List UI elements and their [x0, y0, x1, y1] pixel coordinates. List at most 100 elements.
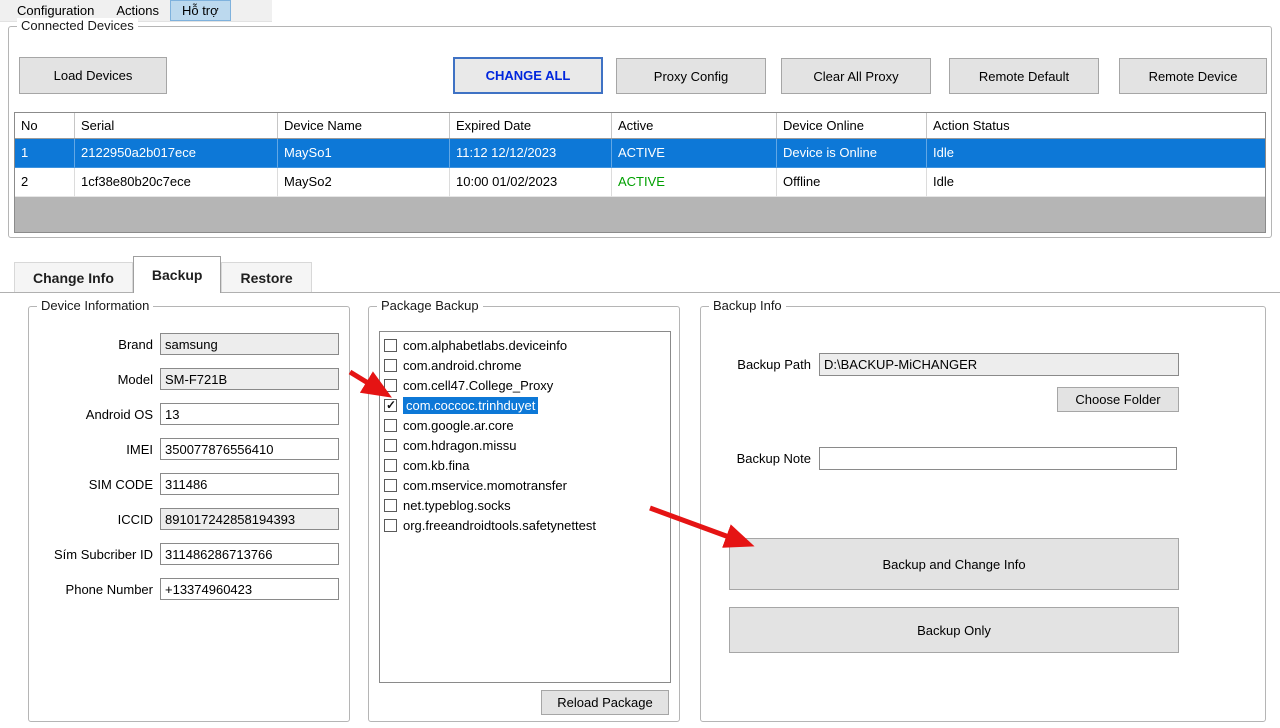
clear-all-proxy-button[interactable]: Clear All Proxy	[781, 58, 931, 94]
tab-change-info[interactable]: Change Info	[14, 262, 133, 292]
cell-device-online: Offline	[777, 168, 927, 197]
load-devices-button[interactable]: Load Devices	[19, 57, 167, 94]
field-label: SIM CODE	[35, 477, 153, 492]
cell-active: ACTIVE	[612, 139, 777, 168]
backup-info-group: Backup Info Backup Path Choose Folder Ba…	[700, 306, 1266, 722]
device-fields: Brand Model Android OS IMEI SIM CODE ICC…	[29, 307, 349, 600]
package-list-item[interactable]: net.typeblog.socks	[380, 495, 670, 515]
choose-folder-button[interactable]: Choose Folder	[1057, 387, 1179, 412]
checkbox-icon[interactable]	[384, 439, 397, 452]
package-name: net.typeblog.socks	[403, 498, 511, 513]
table-empty-area	[15, 197, 1265, 232]
package-backup-group: Package Backup com.alphabetlabs.devicein…	[368, 306, 680, 722]
checkbox-icon[interactable]	[384, 419, 397, 432]
package-list-item[interactable]: org.freeandroidtools.safetynettest	[380, 515, 670, 535]
devices-table-header: No Serial Device Name Expired Date Activ…	[15, 113, 1265, 139]
android-os-field[interactable]	[160, 403, 339, 425]
cell-no: 2	[15, 168, 75, 197]
checkbox-icon[interactable]	[384, 519, 397, 532]
phone-number-field[interactable]	[160, 578, 339, 600]
column-header-active[interactable]: Active	[612, 113, 777, 138]
table-row[interactable]: 2 1cf38e80b20c7ece MaySo2 10:00 01/02/20…	[15, 168, 1265, 197]
cell-serial: 2122950a2b017ece	[75, 139, 278, 168]
package-name: com.mservice.momotransfer	[403, 478, 567, 493]
package-list-item[interactable]: com.google.ar.core	[380, 415, 670, 435]
package-list-item[interactable]: com.hdragon.missu	[380, 435, 670, 455]
cell-active: ACTIVE	[612, 168, 777, 197]
connected-devices-title: Connected Devices	[17, 18, 138, 33]
package-backup-title: Package Backup	[377, 298, 483, 313]
field-label: IMEI	[35, 442, 153, 457]
checkbox-icon[interactable]	[384, 459, 397, 472]
backup-and-change-info-button[interactable]: Backup and Change Info	[729, 538, 1179, 590]
field-label: Brand	[35, 337, 153, 352]
tab-restore[interactable]: Restore	[221, 262, 311, 292]
package-list[interactable]: com.alphabetlabs.deviceinfo com.android.…	[379, 331, 671, 683]
field-label: Phone Number	[35, 582, 153, 597]
reload-package-button[interactable]: Reload Package	[541, 690, 669, 715]
checkbox-icon[interactable]	[384, 359, 397, 372]
app-window: Configuration Actions Hỗ trợ Connected D…	[0, 0, 1280, 728]
checkbox-checked-icon[interactable]	[384, 399, 397, 412]
change-all-button[interactable]: CHANGE ALL	[453, 57, 603, 94]
package-list-item[interactable]: com.mservice.momotransfer	[380, 475, 670, 495]
field-label: Sím Subcriber ID	[35, 547, 153, 562]
remote-device-button[interactable]: Remote Device	[1119, 58, 1267, 94]
package-list-item[interactable]: com.alphabetlabs.deviceinfo	[380, 335, 670, 355]
model-field[interactable]	[160, 368, 339, 390]
proxy-config-button[interactable]: Proxy Config	[616, 58, 766, 94]
cell-device-name: MaySo1	[278, 139, 450, 168]
backup-info-title: Backup Info	[709, 298, 786, 313]
checkbox-icon[interactable]	[384, 339, 397, 352]
cell-device-online: Device is Online	[777, 139, 927, 168]
package-name: com.coccoc.trinhduyet	[403, 397, 538, 414]
table-row[interactable]: 1 2122950a2b017ece MaySo1 11:12 12/12/20…	[15, 139, 1265, 168]
package-name: org.freeandroidtools.safetynettest	[403, 518, 596, 533]
column-header-device-online[interactable]: Device Online	[777, 113, 927, 138]
column-header-serial[interactable]: Serial	[75, 113, 278, 138]
checkbox-icon[interactable]	[384, 499, 397, 512]
field-label: Model	[35, 372, 153, 387]
cell-serial: 1cf38e80b20c7ece	[75, 168, 278, 197]
field-row: Phone Number	[35, 578, 339, 600]
package-name: com.google.ar.core	[403, 418, 514, 433]
package-list-item[interactable]: com.android.chrome	[380, 355, 670, 375]
package-list-item[interactable]: com.kb.fina	[380, 455, 670, 475]
field-row: Sím Subcriber ID	[35, 543, 339, 565]
package-list-item-selected[interactable]: com.coccoc.trinhduyet	[380, 395, 670, 415]
column-header-device-name[interactable]: Device Name	[278, 113, 450, 138]
column-header-action-status[interactable]: Action Status	[927, 113, 1265, 138]
field-row: ICCID	[35, 508, 339, 530]
checkbox-icon[interactable]	[384, 379, 397, 392]
field-row: Model	[35, 368, 339, 390]
iccid-field[interactable]	[160, 508, 339, 530]
checkbox-icon[interactable]	[384, 479, 397, 492]
tab-strip: Change Info Backup Restore	[14, 256, 312, 293]
field-label: Android OS	[35, 407, 153, 422]
package-name: com.android.chrome	[403, 358, 522, 373]
cell-action-status: Idle	[927, 139, 1265, 168]
cell-expired-date: 11:12 12/12/2023	[450, 139, 612, 168]
package-list-item[interactable]: com.cell47.College_Proxy	[380, 375, 670, 395]
backup-note-field[interactable]	[819, 447, 1177, 470]
device-information-group: Device Information Brand Model Android O…	[28, 306, 350, 722]
field-row: SIM CODE	[35, 473, 339, 495]
devices-table: No Serial Device Name Expired Date Activ…	[14, 112, 1266, 233]
backup-note-label: Backup Note	[717, 451, 811, 466]
backup-only-button[interactable]: Backup Only	[729, 607, 1179, 653]
backup-path-field[interactable]	[819, 353, 1179, 376]
imei-field[interactable]	[160, 438, 339, 460]
package-name: com.hdragon.missu	[403, 438, 516, 453]
menu-item-support[interactable]: Hỗ trợ	[170, 0, 231, 21]
field-row: Brand	[35, 333, 339, 355]
brand-field[interactable]	[160, 333, 339, 355]
sim-subscriber-id-field[interactable]	[160, 543, 339, 565]
tab-backup[interactable]: Backup	[133, 256, 222, 293]
package-name: com.cell47.College_Proxy	[403, 378, 553, 393]
column-header-no[interactable]: No	[15, 113, 75, 138]
remote-default-button[interactable]: Remote Default	[949, 58, 1099, 94]
sim-code-field[interactable]	[160, 473, 339, 495]
column-header-expired-date[interactable]: Expired Date	[450, 113, 612, 138]
cell-device-name: MaySo2	[278, 168, 450, 197]
package-name: com.kb.fina	[403, 458, 469, 473]
